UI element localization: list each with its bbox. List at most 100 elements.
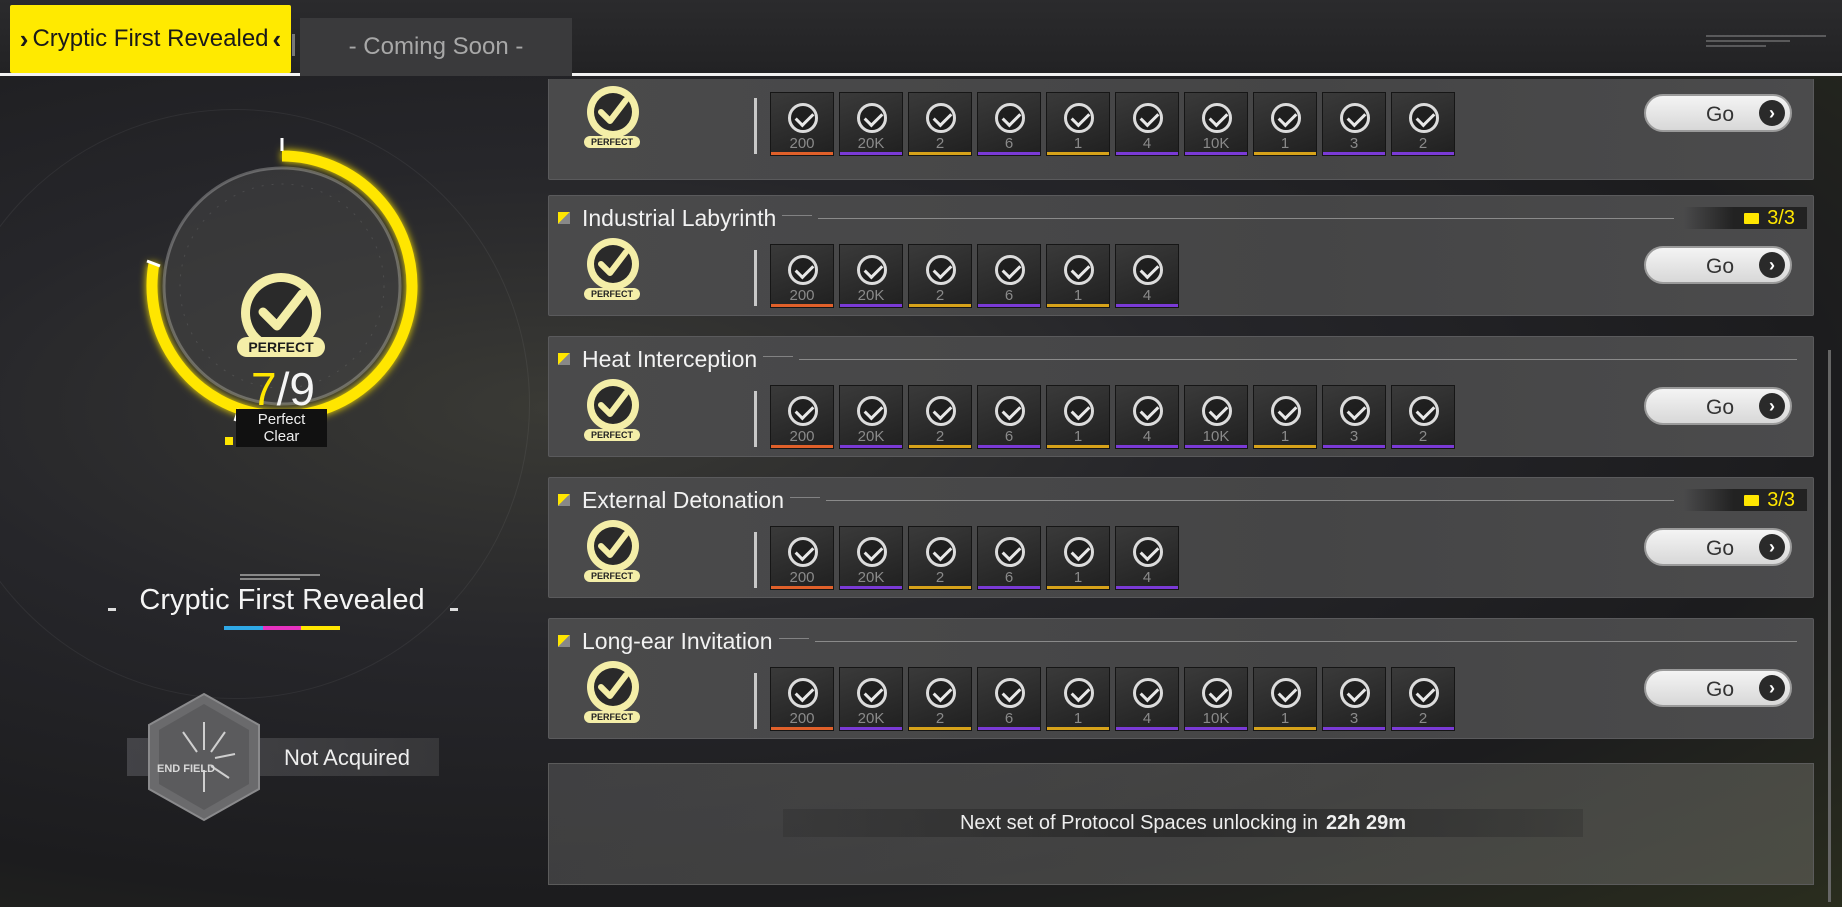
reward-item[interactable]: 10K <box>1184 667 1248 731</box>
reward-item[interactable]: 2 <box>908 526 972 590</box>
chevron-right-icon: › <box>1759 100 1785 126</box>
rarity-bar <box>1185 445 1247 448</box>
reward-item[interactable]: 2 <box>1391 385 1455 449</box>
card-title-row: Industrial Labyrinth 3/3 <box>558 205 1807 231</box>
rarity-bar <box>1047 152 1109 155</box>
tab-coming-soon[interactable]: - Coming Soon - <box>300 18 572 76</box>
claimed-check-icon <box>1064 396 1094 426</box>
reward-item[interactable]: 1 <box>1253 667 1317 731</box>
reward-quantity: 4 <box>1142 569 1152 586</box>
reward-item[interactable]: 2 <box>908 244 972 308</box>
reward-item[interactable]: 2 <box>908 385 972 449</box>
reward-item[interactable]: 20K <box>839 244 903 308</box>
reward-quantity: 4 <box>1142 710 1152 727</box>
reward-item[interactable]: 2 <box>908 667 972 731</box>
rarity-bar <box>1185 152 1247 155</box>
tag-icon <box>778 638 809 644</box>
go-button[interactable]: Go › <box>1644 387 1792 425</box>
reward-item[interactable]: 2 <box>1391 667 1455 731</box>
reward-item[interactable]: 6 <box>977 526 1041 590</box>
reward-item[interactable]: 6 <box>977 244 1041 308</box>
reward-item[interactable]: 200 <box>770 244 834 308</box>
perfect-label: PERFECT <box>584 136 640 148</box>
reward-item[interactable]: 20K <box>839 667 903 731</box>
reward-item[interactable]: 6 <box>977 385 1041 449</box>
reward-item[interactable]: 1 <box>1046 667 1110 731</box>
reward-item[interactable]: 2 <box>1391 92 1455 156</box>
claimed-check-icon <box>1064 537 1094 567</box>
chevron-left-icon: ‹ <box>272 23 282 54</box>
claimed-check-icon <box>857 255 887 285</box>
claimed-check-icon <box>1064 103 1094 133</box>
reward-item[interactable]: 4 <box>1115 526 1179 590</box>
reward-item[interactable]: 6 <box>977 92 1041 156</box>
clear-progress: 3/3 <box>1684 489 1807 511</box>
reward-quantity: 4 <box>1142 428 1152 445</box>
perfect-label: PERFECT <box>237 337 325 357</box>
claimed-check-icon <box>1271 396 1301 426</box>
reward-item[interactable]: 1 <box>1046 385 1110 449</box>
protocol-card: PERFECT 200 20K 2 6 1 4 10K 1 3 2 Go › <box>548 79 1814 180</box>
rarity-bar <box>771 586 833 589</box>
reward-item[interactable]: 6 <box>977 667 1041 731</box>
reward-item[interactable]: 3 <box>1322 667 1386 731</box>
reward-quantity: 6 <box>1004 287 1014 304</box>
endfield-medal-icon[interactable]: END FIELD <box>145 692 263 822</box>
reward-quantity: 1 <box>1280 135 1290 152</box>
medal-text: END FIELD <box>157 763 215 775</box>
reward-item[interactable]: 1 <box>1046 244 1110 308</box>
perfect-label: PERFECT <box>584 711 640 723</box>
reward-item[interactable]: 4 <box>1115 667 1179 731</box>
reward-item[interactable]: 3 <box>1322 92 1386 156</box>
reward-item[interactable]: 200 <box>770 92 834 156</box>
reward-item[interactable]: 1 <box>1046 526 1110 590</box>
rarity-bar <box>909 152 971 155</box>
reward-item[interactable]: 4 <box>1115 92 1179 156</box>
rarity-bar <box>1254 445 1316 448</box>
reward-item[interactable]: 200 <box>770 526 834 590</box>
rarity-bar <box>840 152 902 155</box>
reward-item[interactable]: 200 <box>770 385 834 449</box>
reward-item[interactable]: 4 <box>1115 385 1179 449</box>
tab-divider <box>292 34 295 56</box>
reward-item[interactable]: 10K <box>1184 92 1248 156</box>
rarity-bar <box>1116 727 1178 730</box>
claimed-check-icon <box>788 678 818 708</box>
protocol-space-list[interactable]: PERFECT 200 20K 2 6 1 4 10K 1 3 2 Go › I… <box>548 79 1814 907</box>
rarity-bar <box>1323 727 1385 730</box>
reward-quantity: 4 <box>1142 135 1152 152</box>
color-stripe-yellow <box>301 626 341 630</box>
accent-mark <box>225 437 233 445</box>
reward-item[interactable]: 1 <box>1046 92 1110 156</box>
chest-icon <box>1744 494 1760 506</box>
unlock-notice: Next set of Protocol Spaces unlocking in… <box>783 809 1583 837</box>
reward-item[interactable]: 2 <box>908 92 972 156</box>
reward-item[interactable]: 20K <box>839 385 903 449</box>
claimed-check-icon <box>788 396 818 426</box>
reward-item[interactable]: 3 <box>1322 385 1386 449</box>
reward-quantity: 200 <box>789 287 815 304</box>
rarity-bar <box>909 304 971 307</box>
scrollbar[interactable] <box>1828 350 1831 902</box>
reward-item[interactable]: 1 <box>1253 385 1317 449</box>
go-button[interactable]: Go › <box>1644 246 1792 284</box>
reward-item[interactable]: 20K <box>839 526 903 590</box>
perfect-clear-score: 7/9 <box>238 366 328 412</box>
rarity-bar <box>1323 445 1385 448</box>
progress-count: 3/3 <box>1767 206 1795 229</box>
claimed-check-icon <box>857 396 887 426</box>
claimed-check-icon <box>788 537 818 567</box>
reward-item[interactable]: 1 <box>1253 92 1317 156</box>
tab-cryptic-first-revealed[interactable]: › Cryptic First Revealed ‹ <box>10 5 291 73</box>
go-button[interactable]: Go › <box>1644 669 1792 707</box>
reward-item[interactable]: 10K <box>1184 385 1248 449</box>
go-button[interactable]: Go › <box>1644 528 1792 566</box>
reward-quantity: 10K <box>1202 428 1230 445</box>
corner-mark-icon <box>558 353 570 365</box>
claimed-check-icon <box>926 255 956 285</box>
rarity-bar <box>909 445 971 448</box>
reward-item[interactable]: 4 <box>1115 244 1179 308</box>
reward-item[interactable]: 20K <box>839 92 903 156</box>
reward-item[interactable]: 200 <box>770 667 834 731</box>
go-button[interactable]: Go › <box>1644 94 1792 132</box>
